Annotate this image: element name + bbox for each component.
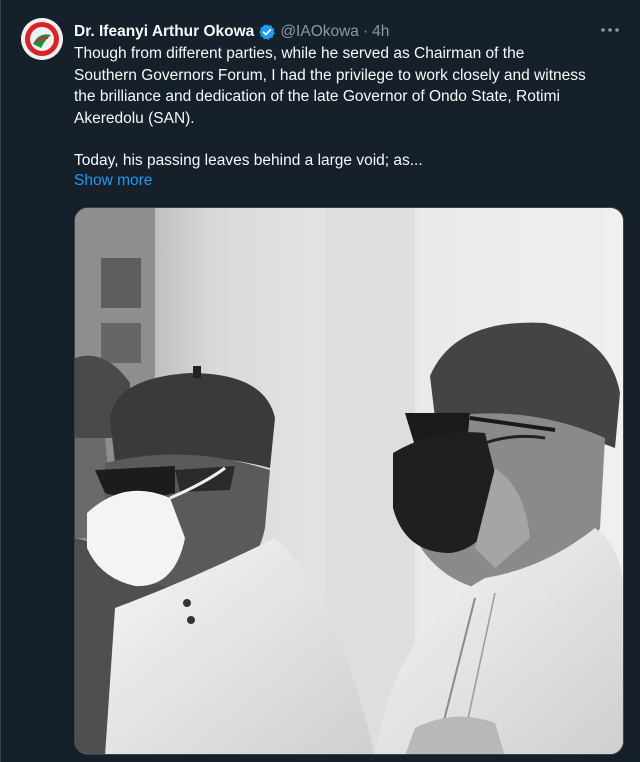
tweet-text: Though from different parties, while he … [74,43,619,172]
tweet-text-line: the brilliance and dedication of the lat… [74,88,560,105]
author-name[interactable]: Dr. Ifeanyi Arthur Okowa [74,23,254,41]
tweet-text-line: Though from different parties, while he … [74,45,525,62]
tweet-text-line: Southern Governors Forum, I had the priv… [74,66,586,84]
tweet-photo[interactable] [74,207,624,755]
tweet-text-paragraph-2: Today, his passing leaves behind a large… [74,152,423,169]
show-more-link[interactable]: Show more [74,172,152,190]
author-handle[interactable]: @IAOkowa [280,23,359,41]
tweet-text-line: Akeredolu (SAN). [74,109,195,127]
author-avatar[interactable] [21,18,63,60]
more-options-icon[interactable] [598,20,622,40]
verified-badge-icon [258,23,276,41]
separator-dot: · [362,23,369,40]
photo-illustration [75,208,623,754]
tweet-header: Dr. Ifeanyi Arthur Okowa @IAOkowa · 4h [74,21,389,43]
tweet-card[interactable]: Dr. Ifeanyi Arthur Okowa @IAOkowa · 4h T… [0,0,640,762]
tweet-timestamp[interactable]: 4h [372,23,389,41]
